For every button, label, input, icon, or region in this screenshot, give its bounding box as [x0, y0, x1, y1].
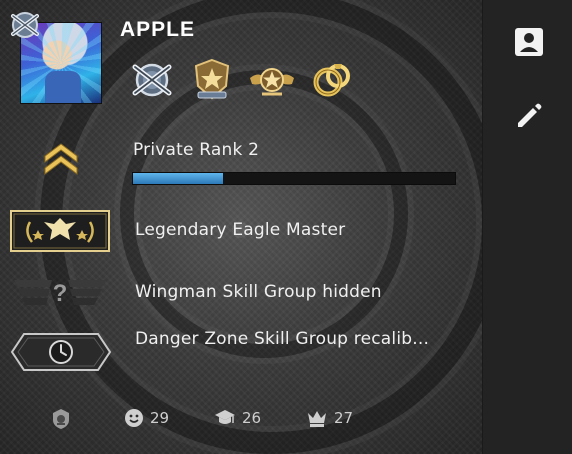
star-shield-medal-icon[interactable] — [188, 56, 236, 104]
profile-rank-label: Private Rank 2 — [133, 140, 260, 160]
background-emblem-inner-ring — [120, 70, 408, 358]
edit-profile-button[interactable] — [511, 98, 547, 134]
pencil-icon — [518, 103, 542, 127]
danger-zone-recalibrating-icon[interactable] — [10, 332, 112, 372]
winged-star-medal-icon[interactable] — [248, 56, 296, 104]
action-sidebar — [482, 0, 572, 454]
service-badge-icon — [53, 409, 69, 429]
avatar-crossed-guns-badge-icon — [11, 12, 39, 38]
commendation-stats: 29 26 27 — [0, 408, 482, 438]
view-profile-button[interactable] — [511, 24, 547, 60]
friendly-count: 29 — [150, 409, 170, 427]
profile-card-icon — [515, 28, 543, 56]
danger-zone-rank-label: Danger Zone Skill Group recalib... — [135, 329, 430, 349]
crossed-guns-medal-icon[interactable] — [128, 56, 176, 104]
service-medal-stat[interactable] — [50, 408, 72, 430]
legendary-eagle-master-rank-icon[interactable] — [10, 210, 110, 252]
svg-text:?: ? — [53, 280, 68, 307]
competitive-rank-label: Legendary Eagle Master — [135, 220, 346, 240]
crown-icon — [308, 411, 326, 427]
leader-commendation-stat[interactable]: 27 — [306, 408, 353, 428]
wingman-rank-label: Wingman Skill Group hidden — [135, 282, 382, 302]
profile-rank-progress-bar — [132, 172, 456, 185]
player-card: APPLE Private Rank 2 Legendary Eagle Mas… — [0, 0, 572, 454]
profile-rank-progress-fill — [133, 173, 224, 184]
player-name[interactable]: APPLE — [120, 18, 195, 42]
wingman-hidden-rank-icon[interactable]: ? — [10, 274, 110, 310]
medal-showcase — [128, 56, 356, 104]
gold-rings-medal-icon[interactable] — [308, 56, 356, 104]
friendly-commendation-stat[interactable]: 29 — [124, 408, 169, 428]
avatar-figure — [45, 71, 81, 103]
smiley-icon — [125, 409, 143, 427]
graduation-cap-icon — [215, 410, 235, 424]
teacher-count: 26 — [242, 409, 262, 427]
teacher-commendation-stat[interactable]: 26 — [214, 408, 261, 428]
private-rank-chevron-icon — [44, 143, 78, 175]
leader-count: 27 — [334, 409, 354, 427]
